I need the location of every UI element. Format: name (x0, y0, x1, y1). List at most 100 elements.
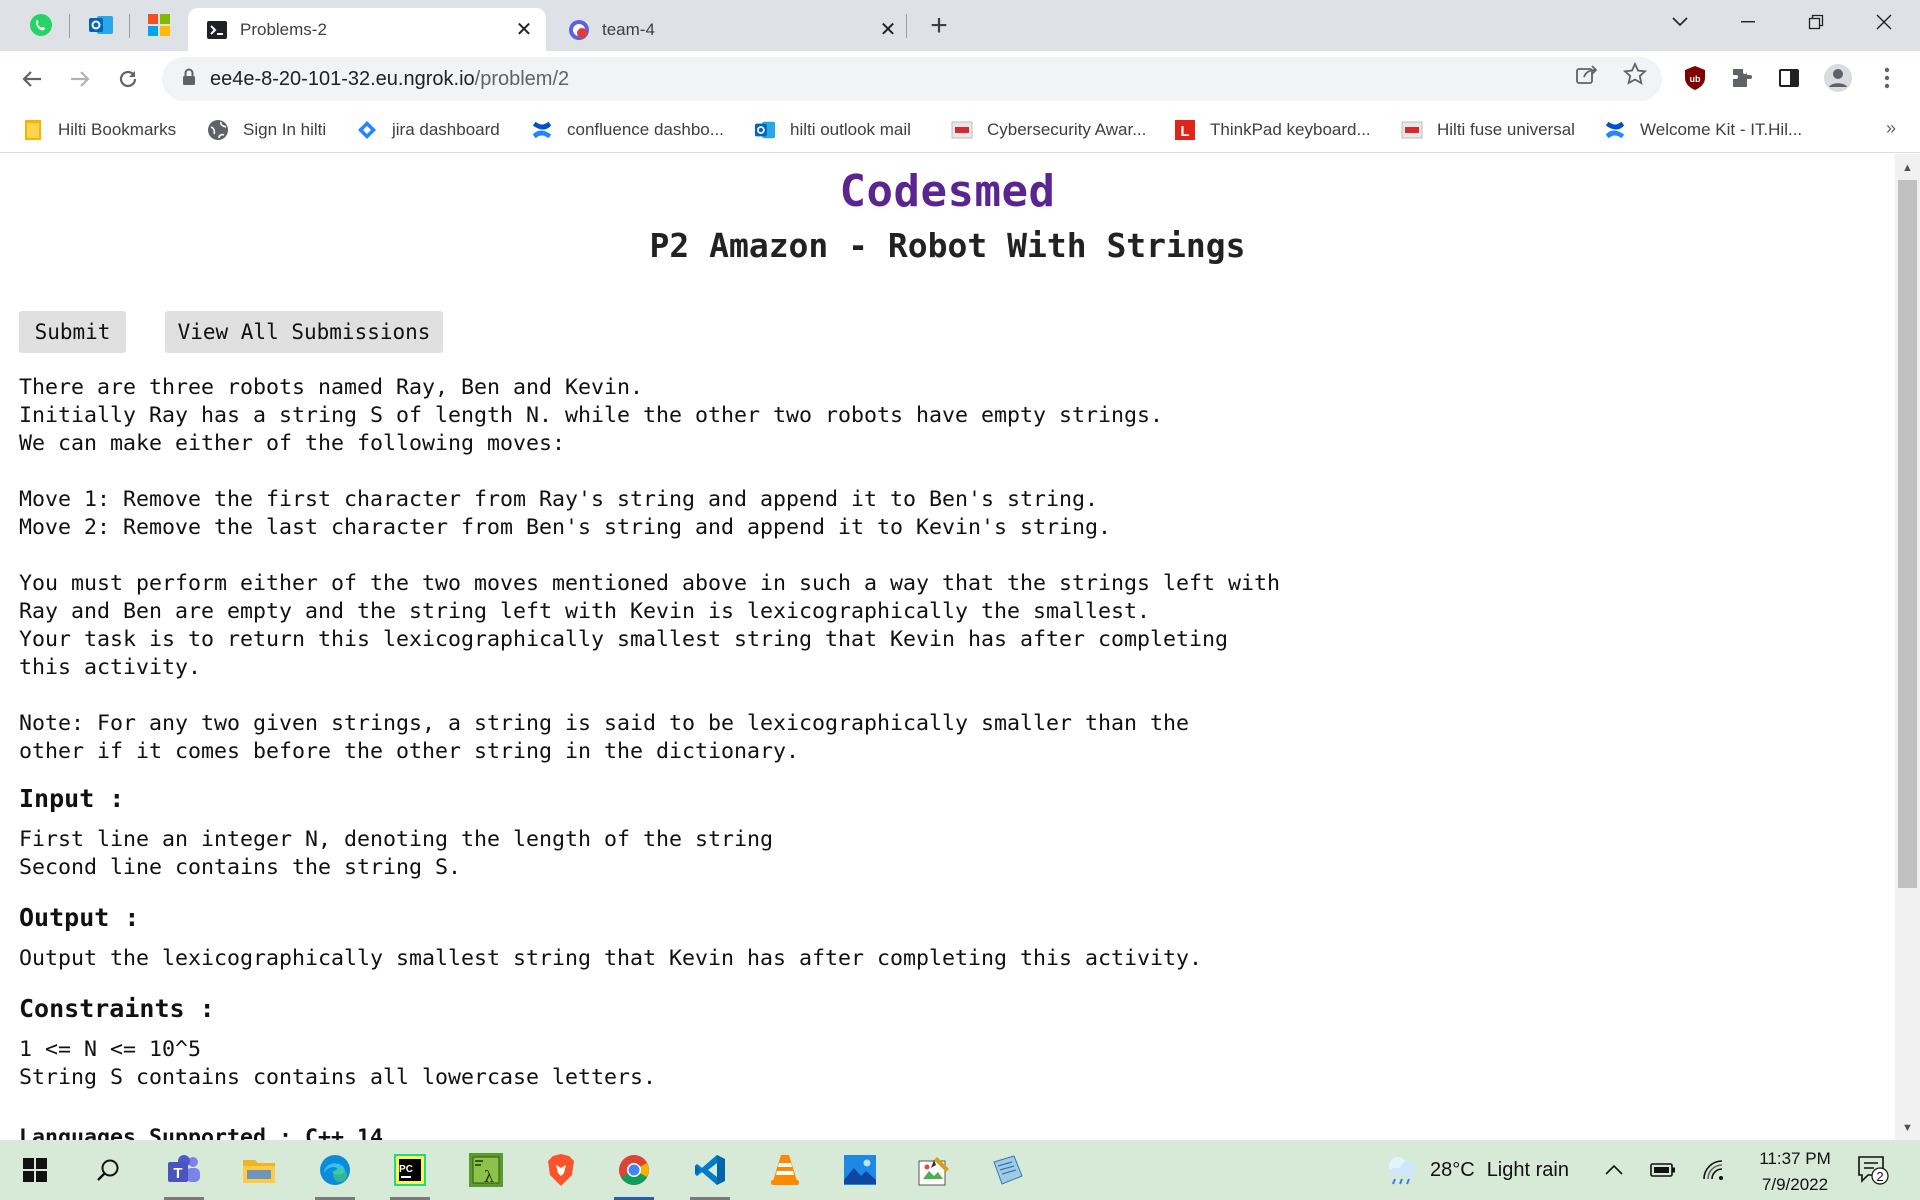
lambda-app-icon[interactable]: λ (456, 1146, 516, 1194)
browser-toolbar: ee4e-8-20-101-32.eu.ngrok.io/problem/2 u… (0, 51, 1920, 107)
outlook-icon[interactable] (84, 10, 118, 40)
scrollbar-thumb[interactable] (1898, 180, 1917, 888)
weather-description: Light rain (1486, 1158, 1569, 1181)
bookmark-item[interactable]: Sign In hilti (207, 118, 326, 142)
jira-icon (356, 119, 378, 141)
hilti-icon (1401, 119, 1423, 141)
svg-text:T: T (173, 1165, 182, 1182)
bookmark-item[interactable]: Welcome Kit - IT.Hil... (1604, 118, 1802, 142)
lenovo-icon: L (1174, 119, 1196, 141)
input-text: First line an integer N, denoting the le… (19, 827, 774, 880)
problem-title: P2 Amazon - Robot With Strings (649, 226, 1246, 265)
tab-search-icon[interactable] (1652, 0, 1708, 44)
bookmark-item[interactable]: confluence dashbo... (531, 118, 724, 142)
search-icon[interactable] (78, 1146, 138, 1194)
clock-time: 11:37 PM (1759, 1149, 1831, 1168)
notifications-icon[interactable]: 2 (1856, 1140, 1892, 1200)
whatsapp-icon[interactable] (24, 10, 58, 40)
page-content: Codesmed P2 Amazon - Robot With Strings … (0, 154, 1895, 1140)
back-icon[interactable] (12, 59, 52, 99)
ublock-icon[interactable]: ub (1678, 61, 1712, 95)
brave-icon[interactable] (531, 1146, 591, 1194)
windows-taskbar: T PC λ 28°C Light rain 11:37 PM 7/9/2022… (0, 1140, 1920, 1200)
battery-icon[interactable] (1650, 1140, 1676, 1200)
notification-count: 2 (1876, 1169, 1883, 1184)
bookmark-item[interactable]: jira dashboard (356, 118, 500, 142)
svg-text:L: L (1180, 123, 1189, 140)
bookmark-star-icon[interactable] (1622, 61, 1648, 87)
system-clock[interactable]: 11:37 PM 7/9/2022 (1740, 1146, 1850, 1198)
outlook-icon (754, 119, 776, 141)
weather-temperature: 28°C (1430, 1158, 1475, 1181)
globe-icon (207, 119, 229, 141)
bookmarks-bar: Hilti Bookmarks Sign In hilti jira dashb… (0, 107, 1920, 153)
input-heading: Input : (19, 784, 125, 813)
edge-icon[interactable] (305, 1146, 365, 1200)
languages-supported: Languages Supported : C++ 14 (19, 1125, 384, 1140)
chrome-icon[interactable] (604, 1146, 664, 1200)
menu-dots-icon[interactable] (1870, 61, 1904, 95)
constraints-text: 1 <= N <= 10^5 String S contains contain… (19, 1037, 657, 1090)
tab-team[interactable]: team-4 ✕ (550, 8, 910, 51)
constraints-heading: Constraints : (19, 994, 215, 1023)
scroll-up-icon[interactable]: ▲ (1898, 158, 1917, 178)
terminal-icon (206, 19, 228, 41)
clock-date: 7/9/2022 (1761, 1175, 1829, 1194)
weather-cloud-icon (1389, 1157, 1416, 1185)
profile-avatar-icon[interactable] (1821, 61, 1855, 95)
extensions-icon[interactable] (1725, 61, 1759, 95)
confluence-icon (531, 119, 553, 141)
tab-problems[interactable]: Problems-2 ✕ (188, 8, 546, 51)
share-icon[interactable] (1574, 61, 1600, 87)
submit-button[interactable]: Submit (19, 311, 126, 353)
microsoft-icon[interactable] (142, 10, 176, 40)
tab-separator (906, 14, 907, 38)
problem-description: There are three robots named Ray, Ben an… (19, 375, 1281, 764)
vlc-icon[interactable] (755, 1146, 815, 1194)
reload-icon[interactable] (108, 59, 148, 99)
lock-icon[interactable] (182, 68, 196, 91)
svg-text:PC: PC (399, 1164, 413, 1175)
site-brand[interactable]: Codesmed (0, 166, 1895, 217)
teams-icon[interactable]: T (154, 1146, 214, 1200)
windows-start-icon[interactable] (5, 1146, 65, 1194)
pycharm-icon[interactable]: PC (380, 1146, 440, 1200)
bookmark-item[interactable]: L ThinkPad keyboard... (1174, 118, 1371, 142)
paint-icon[interactable] (905, 1146, 965, 1194)
confluence-icon (1604, 119, 1626, 141)
side-panel-icon[interactable] (1772, 61, 1806, 95)
svg-text:λ: λ (484, 1167, 494, 1186)
close-window-icon[interactable] (1856, 0, 1912, 44)
bookmark-item[interactable]: hilti outlook mail (754, 118, 911, 142)
minimize-icon[interactable] (1720, 0, 1776, 44)
bookmark-item[interactable]: Hilti Bookmarks (22, 118, 176, 142)
file-explorer-icon[interactable] (229, 1146, 289, 1194)
new-tab-button[interactable]: + (922, 9, 956, 42)
pinned-separator (69, 14, 70, 38)
scroll-down-icon[interactable]: ▼ (1898, 1118, 1917, 1138)
wifi-icon[interactable] (1702, 1140, 1724, 1200)
output-heading: Output : (19, 903, 140, 932)
bookmarks-overflow-button[interactable]: » (1886, 118, 1896, 139)
output-text: Output the lexicographically smallest st… (19, 946, 1203, 971)
pinned-separator (129, 14, 130, 38)
notepad-icon[interactable] (978, 1146, 1038, 1194)
forward-icon[interactable] (60, 59, 100, 99)
weather-widget[interactable]: 28°C Light rain (1382, 1140, 1569, 1200)
photos-icon[interactable] (830, 1146, 890, 1194)
vscode-icon[interactable] (680, 1146, 740, 1200)
show-hidden-icons-icon[interactable] (1604, 1140, 1624, 1200)
tab-title: Problems-2 (240, 19, 327, 39)
bookmark-item[interactable]: Cybersecurity Awar... (951, 118, 1146, 142)
url-text[interactable]: ee4e-8-20-101-32.eu.ngrok.io/problem/2 (210, 68, 569, 91)
restore-icon[interactable] (1788, 0, 1844, 44)
record-icon (568, 19, 590, 41)
svg-text:ub: ub (1690, 74, 1701, 84)
folder-icon (22, 119, 44, 141)
tab-title: team-4 (602, 19, 655, 39)
close-icon[interactable]: ✕ (876, 18, 900, 42)
close-icon[interactable]: ✕ (512, 18, 536, 42)
bookmark-item[interactable]: Hilti fuse universal (1401, 118, 1575, 142)
address-bar[interactable]: ee4e-8-20-101-32.eu.ngrok.io/problem/2 (162, 57, 1662, 101)
view-all-submissions-button[interactable]: View All Submissions (165, 311, 443, 353)
